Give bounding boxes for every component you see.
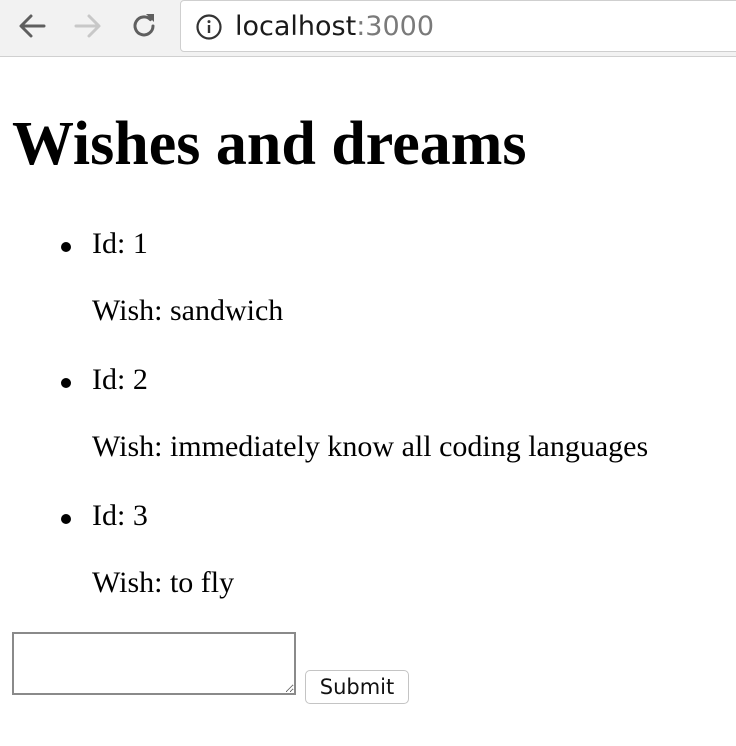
list-item: Id: 1 Wish: sandwich	[0, 226, 736, 336]
submit-button[interactable]: Submit	[305, 670, 409, 704]
url-host: localhost	[235, 11, 357, 42]
wish-id: Id: 2	[92, 363, 148, 396]
arrow-left-icon	[19, 14, 46, 38]
wish-text: Wish: sandwich	[92, 294, 284, 327]
back-button[interactable]	[14, 8, 50, 44]
wish-textarea[interactable]	[12, 632, 296, 695]
bullet-icon	[61, 514, 71, 524]
wish-id: Id: 1	[92, 227, 148, 260]
url-port: :3000	[356, 11, 435, 42]
page-title: Wishes and dreams	[12, 110, 527, 178]
browser-toolbar: localhost:3000	[0, 0, 736, 57]
forward-button[interactable]	[70, 8, 106, 44]
list-item: Id: 3 Wish: to fly	[0, 498, 736, 608]
url-text: localhost:3000	[235, 10, 434, 44]
reload-icon	[133, 14, 155, 37]
bullet-icon	[61, 242, 71, 252]
wish-id: Id: 3	[92, 499, 148, 532]
page-content: Wishes and dreams Id: 1 Wish: sandwich I…	[0, 57, 736, 746]
arrow-right-icon	[74, 14, 101, 38]
list-item: Id: 2 Wish: immediately know all coding …	[0, 362, 736, 472]
wish-text: Wish: immediately know all coding langua…	[92, 430, 649, 463]
info-icon[interactable]	[195, 13, 223, 41]
address-bar[interactable]: localhost:3000	[180, 0, 736, 52]
reload-button[interactable]	[126, 8, 162, 44]
wish-text: Wish: to fly	[92, 566, 235, 599]
bullet-icon	[61, 378, 71, 388]
